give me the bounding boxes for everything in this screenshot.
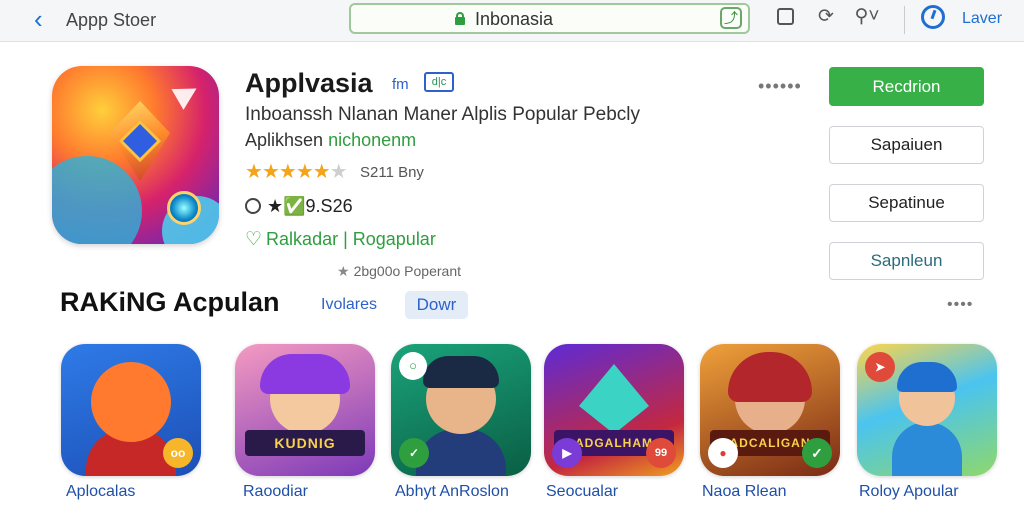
section-more-icon[interactable]: ••••	[947, 296, 973, 314]
heart-icon: ♡	[245, 229, 263, 250]
address-bar[interactable]: Inbonasia ⤴	[349, 3, 750, 34]
search-icon[interactable]: ⚲˅	[852, 6, 882, 28]
back-button-label[interactable]: Appp Stoer	[66, 10, 156, 31]
account-icon[interactable]	[921, 5, 945, 29]
toolbar-divider	[904, 6, 905, 34]
secondary-button-2[interactable]: Sepatinue	[829, 184, 984, 222]
app-icon[interactable]	[52, 66, 219, 244]
arrow-shape	[171, 78, 203, 110]
app-tile-label[interactable]: Abhyt AnRoslon	[395, 483, 509, 501]
arrow-icon: ➤	[865, 352, 895, 382]
brand-icon: ○	[399, 352, 427, 380]
play-icon: ▶	[552, 438, 582, 468]
character-body	[416, 429, 506, 476]
app-tile-5[interactable]: ADCALIGAN ● ✓	[700, 344, 840, 476]
tile-banner: KUDNIG	[245, 430, 365, 456]
character-body	[892, 422, 962, 476]
app-tile-label[interactable]: Seocualar	[546, 483, 618, 501]
star-icon: ★	[312, 161, 331, 183]
record-icon: ●	[708, 438, 738, 468]
developer-highlight[interactable]: nichonenm	[328, 130, 416, 150]
section-title: RAKiNG Acpulan	[60, 287, 280, 317]
segment-tab-1[interactable]: Ivolares	[321, 296, 377, 314]
orb-shape	[167, 191, 201, 225]
star-icon: ★	[261, 161, 280, 183]
account-label[interactable]: Laver	[962, 10, 1002, 28]
tile-badge: ✓	[399, 438, 429, 468]
character-hair	[423, 356, 499, 388]
tile-badge: 99	[646, 438, 676, 468]
download-label: 2bg00o Poperant	[353, 263, 461, 279]
title-badge: d|c	[424, 72, 454, 92]
character-hair	[897, 362, 957, 392]
star-icon: ★	[278, 161, 297, 183]
app-developer[interactable]: Aplikhsen nichonenm	[245, 130, 416, 151]
secondary-button-1[interactable]: Sapaiuen	[829, 126, 984, 164]
refresh-icon[interactable]: ⟳	[815, 6, 837, 28]
price-value: ★✅9.S26	[267, 196, 353, 216]
app-tile-label[interactable]: Aplocalas	[66, 483, 135, 501]
star-icon: ★	[329, 161, 348, 183]
app-title: Applvasia	[245, 68, 373, 98]
secondary-button-3[interactable]: Sapnleun	[829, 242, 984, 280]
app-tile-label[interactable]: Naoa Rlean	[702, 483, 787, 501]
primary-action-button[interactable]: Recdrion	[829, 67, 984, 106]
app-subtitle: Inboanssh Nlanan Maner Alplis Popular Pe…	[245, 104, 641, 125]
share-icon[interactable]: ⤴	[720, 7, 742, 29]
character-hair	[728, 352, 812, 402]
app-tile-2[interactable]: KUDNIG	[235, 344, 375, 476]
star-icon: ★	[337, 263, 350, 279]
popular-row[interactable]: ♡ Ralkadar | Rogapular	[245, 228, 436, 251]
back-chevron-icon[interactable]: ‹	[34, 6, 43, 32]
clock-icon	[245, 198, 261, 214]
download-count: ★ 2bg00o Poperant	[337, 263, 461, 280]
lock-icon	[455, 12, 465, 25]
app-tile-6[interactable]: ➤	[857, 344, 997, 476]
check-icon: ✓	[802, 438, 832, 468]
developer-prefix: Aplikhsen	[245, 130, 329, 150]
app-tile-label[interactable]: Roloy Apoular	[859, 483, 959, 501]
popular-label: Ralkadar | Rogapular	[266, 229, 436, 249]
tabs-icon[interactable]	[774, 6, 796, 28]
url-text[interactable]: Inbonasia	[475, 9, 553, 30]
tile-badge: oo	[163, 438, 193, 468]
app-tile-3[interactable]: ○ ✓	[391, 344, 531, 476]
star-icon: ★	[245, 161, 263, 183]
icon-decoration	[52, 156, 142, 244]
app-tile-4[interactable]: ADGALHAM ▶ 99	[544, 344, 684, 476]
price-row: ★✅9.S26	[245, 196, 353, 217]
character-head	[579, 364, 649, 434]
title-tag: fm	[392, 76, 409, 93]
character-hair	[260, 354, 350, 394]
character-head	[91, 362, 171, 442]
star-icon: ★	[295, 161, 314, 183]
more-options-icon[interactable]: ••••••	[758, 76, 802, 97]
browser-toolbar: ‹ Appp Stoer Inbonasia ⤴ ⟳ ⚲˅ Laver	[0, 0, 1024, 42]
rating-count: S211 Bny	[360, 164, 424, 181]
app-tile-label[interactable]: Raoodiar	[243, 483, 308, 501]
star-rating: ★★★★★★	[245, 159, 348, 184]
segment-tab-2[interactable]: Dowr	[405, 291, 468, 319]
app-tile-1[interactable]: oo	[61, 344, 201, 476]
